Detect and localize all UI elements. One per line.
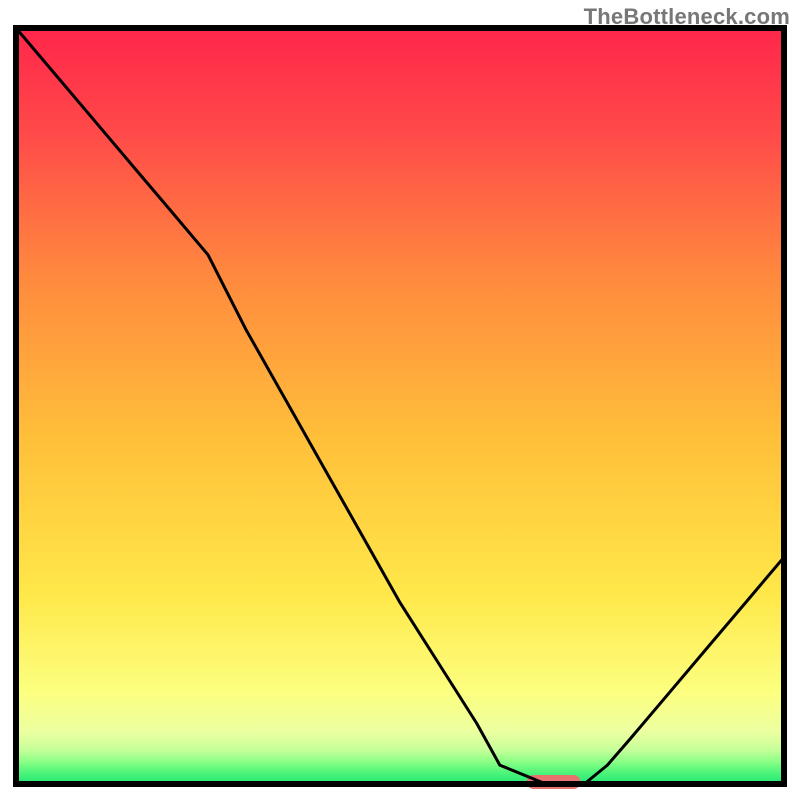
gradient-background [16,28,784,784]
chart-svg [0,0,800,800]
bottleneck-chart: TheBottleneck.com [0,0,800,800]
watermark-text: TheBottleneck.com [584,4,790,30]
